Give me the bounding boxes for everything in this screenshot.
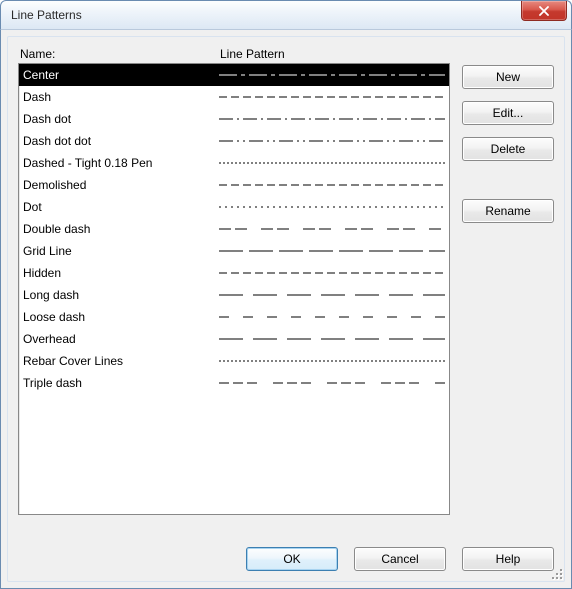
- header-name: Name:: [20, 47, 220, 61]
- window-title: Line Patterns: [11, 8, 82, 22]
- list-headers: Name: Line Pattern: [18, 47, 450, 63]
- pattern-name: Dash: [23, 90, 219, 104]
- pattern-line: [219, 383, 445, 384]
- pattern-line: [219, 251, 445, 252]
- pattern-preview: [219, 64, 445, 86]
- cancel-button[interactable]: Cancel: [354, 547, 446, 571]
- pattern-name: Rebar Cover Lines: [23, 354, 219, 368]
- pattern-preview: [219, 306, 445, 328]
- table-row[interactable]: Dash: [19, 86, 449, 108]
- ok-button[interactable]: OK: [246, 547, 338, 571]
- pattern-name: Triple dash: [23, 376, 219, 390]
- pattern-preview: [219, 152, 445, 174]
- table-row[interactable]: Hidden: [19, 262, 449, 284]
- close-button[interactable]: [521, 1, 567, 21]
- client-area: Name: Line Pattern Center Dash Dash dot Das…: [0, 30, 572, 589]
- list-wrap: Name: Line Pattern Center Dash Dash dot Das…: [18, 47, 450, 515]
- pattern-name: Double dash: [23, 222, 219, 236]
- pattern-name: Loose dash: [23, 310, 219, 324]
- table-row[interactable]: Long dash: [19, 284, 449, 306]
- pattern-name: Long dash: [23, 288, 219, 302]
- rename-button[interactable]: Rename: [462, 199, 554, 223]
- pattern-preview: [219, 240, 445, 262]
- pattern-preview: [219, 328, 445, 350]
- pattern-preview: [219, 174, 445, 196]
- table-row[interactable]: Double dash: [19, 218, 449, 240]
- pattern-line: [219, 273, 445, 274]
- table-row[interactable]: Dash dot dot: [19, 130, 449, 152]
- pattern-line: [219, 339, 445, 340]
- close-icon: [538, 6, 550, 16]
- table-row[interactable]: Dot: [19, 196, 449, 218]
- table-row[interactable]: Rebar Cover Lines: [19, 350, 449, 372]
- pattern-line: [219, 229, 445, 230]
- table-row[interactable]: Demolished: [19, 174, 449, 196]
- pattern-name: Dot: [23, 200, 219, 214]
- delete-button[interactable]: Delete: [462, 137, 554, 161]
- new-button[interactable]: New: [462, 65, 554, 89]
- side-buttons: New Edit... Delete Rename: [462, 47, 554, 515]
- pattern-preview: [219, 86, 445, 108]
- pattern-line: [219, 361, 445, 362]
- pattern-name: Dash dot: [23, 112, 219, 126]
- pattern-preview: [219, 262, 445, 284]
- pattern-line: [219, 75, 445, 76]
- pattern-name: Overhead: [23, 332, 219, 346]
- pattern-line: [219, 207, 445, 208]
- pattern-name: Center: [23, 68, 219, 82]
- pattern-line: [219, 163, 445, 164]
- pattern-listbox[interactable]: Center Dash Dash dot Dash dot dot Dashed - T…: [18, 63, 450, 515]
- pattern-name: Demolished: [23, 178, 219, 192]
- pattern-preview: [219, 108, 445, 130]
- pattern-preview: [219, 130, 445, 152]
- pattern-name: Hidden: [23, 266, 219, 280]
- table-row[interactable]: Loose dash: [19, 306, 449, 328]
- resize-grip[interactable]: [548, 565, 562, 579]
- inner-panel: Name: Line Pattern Center Dash Dash dot Das…: [7, 36, 565, 582]
- pattern-name: Dash dot dot: [23, 134, 219, 148]
- help-button[interactable]: Help: [462, 547, 554, 571]
- pattern-preview: [219, 218, 445, 240]
- pattern-line: [219, 141, 445, 142]
- pattern-line: [219, 317, 445, 318]
- titlebar: Line Patterns: [0, 0, 572, 30]
- pattern-preview: [219, 196, 445, 218]
- table-row[interactable]: Grid Line: [19, 240, 449, 262]
- table-row[interactable]: Dashed - Tight 0.18 Pen: [19, 152, 449, 174]
- side-gap: [462, 173, 554, 187]
- pattern-name: Grid Line: [23, 244, 219, 258]
- pattern-name: Dashed - Tight 0.18 Pen: [23, 156, 219, 170]
- pattern-line: [219, 185, 445, 186]
- edit-button[interactable]: Edit...: [462, 101, 554, 125]
- pattern-preview: [219, 350, 445, 372]
- table-row[interactable]: Center: [19, 64, 449, 86]
- header-pattern: Line Pattern: [220, 47, 448, 61]
- table-row[interactable]: Dash dot: [19, 108, 449, 130]
- table-row[interactable]: Overhead: [19, 328, 449, 350]
- pattern-line: [219, 295, 445, 296]
- pattern-line: [219, 119, 445, 120]
- table-row[interactable]: Triple dash: [19, 372, 449, 394]
- pattern-preview: [219, 372, 445, 394]
- bottom-buttons: OK Cancel Help: [246, 547, 554, 571]
- content-row: Name: Line Pattern Center Dash Dash dot Das…: [18, 47, 554, 515]
- pattern-line: [219, 97, 445, 98]
- pattern-preview: [219, 284, 445, 306]
